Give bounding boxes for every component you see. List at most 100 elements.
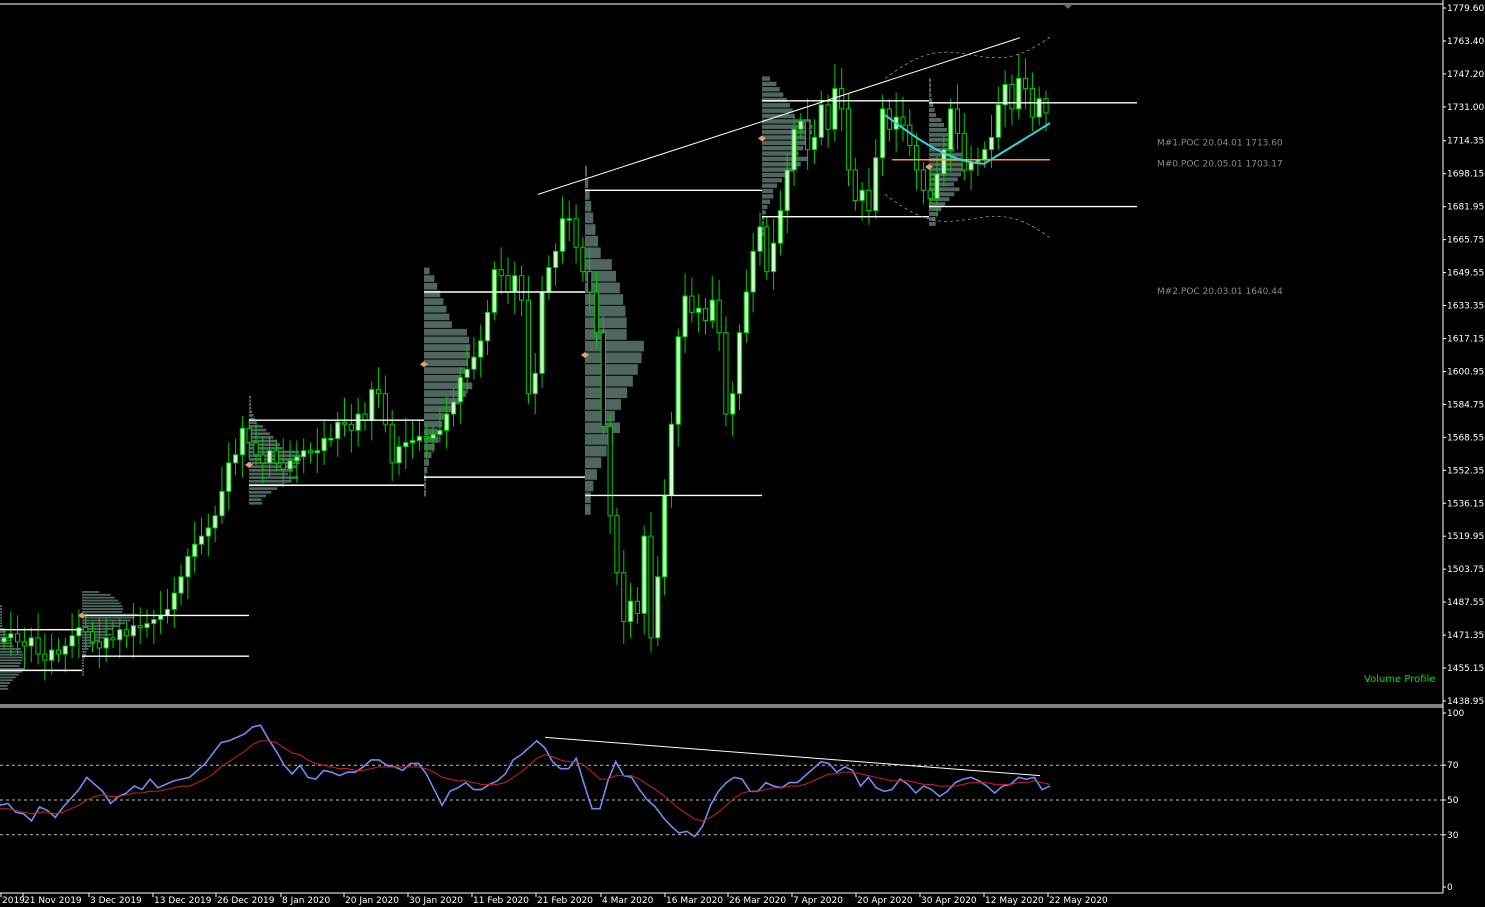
volume-profile-bar xyxy=(0,616,2,619)
bull-candle xyxy=(28,637,34,647)
bull-candle xyxy=(539,291,545,374)
bull-candle xyxy=(696,307,702,313)
bear-candle xyxy=(702,307,709,321)
volume-profile-bar xyxy=(585,387,628,399)
volume-profile-bar xyxy=(585,224,596,235)
volume-profile-bar xyxy=(82,591,100,593)
bear-candle xyxy=(900,116,906,126)
volume-profile-bar xyxy=(424,451,432,459)
volume-profile-bar xyxy=(762,172,788,178)
bull-candle xyxy=(410,440,416,444)
volume-profile-bar xyxy=(762,76,770,81)
price-tick-label: 1731.00 xyxy=(1447,103,1484,113)
bear-candle xyxy=(15,633,21,643)
price-tick-label: 1536.15 xyxy=(1447,499,1484,509)
poc-label: M#0.POC 20.05.01 1703.17 xyxy=(1157,159,1283,169)
volume-profile-bar xyxy=(82,593,111,596)
volume-profile-bar xyxy=(585,200,592,212)
bull-candle xyxy=(396,446,402,464)
bull-candle xyxy=(144,623,150,629)
volume-profile-bar xyxy=(82,665,84,667)
volume-profile-bar xyxy=(0,625,3,628)
volume-profile-bar xyxy=(585,340,644,352)
bull-candle xyxy=(709,299,715,321)
volume-profile-bar xyxy=(929,182,954,187)
volume-profile-bar xyxy=(929,221,936,226)
volume-profile-bar xyxy=(424,275,435,282)
volume-profile-bar xyxy=(762,210,766,215)
bear-candle xyxy=(866,189,872,212)
bull-candle xyxy=(818,104,824,138)
volume-profile-bar xyxy=(249,498,262,501)
volume-profile-bar xyxy=(585,165,587,177)
price-tick-label: 1665.75 xyxy=(1447,236,1484,246)
volume-profile-bar xyxy=(762,124,813,129)
price-tick-label: 1600.95 xyxy=(1447,367,1484,377)
volume-profile-bar xyxy=(929,207,942,212)
price-tick-label: 1438.95 xyxy=(1447,697,1484,707)
volume-profile-bar xyxy=(424,282,438,290)
rsi-panel xyxy=(0,724,1443,838)
bull-candle xyxy=(948,108,954,151)
price-tick-label: 1763.40 xyxy=(1447,37,1484,47)
bull-candle xyxy=(1,637,7,643)
volume-profile-bar xyxy=(585,445,607,457)
bull-candle xyxy=(49,649,55,661)
price-tick-label: 1552.35 xyxy=(1447,466,1484,476)
volume-profile-bar xyxy=(424,359,469,367)
price-tick-label: 1698.15 xyxy=(1447,170,1484,180)
bear-candle xyxy=(580,246,586,273)
bear-candle xyxy=(634,600,640,614)
bull-candle xyxy=(512,275,518,293)
volume-profile-bar xyxy=(424,313,450,321)
bull-candle xyxy=(770,242,777,273)
volume-profile-bar xyxy=(249,399,251,403)
bear-candle xyxy=(954,108,961,134)
bear-candle xyxy=(805,120,811,151)
volume-profile-bar xyxy=(82,642,96,645)
price-tick-label: 1584.75 xyxy=(1447,400,1484,410)
poc-label: M#2.POC 20.03.01 1640.44 xyxy=(1157,287,1283,297)
bull-candle xyxy=(355,413,361,431)
date-tick-label: 13 Dec 2019 xyxy=(154,896,212,906)
bull-candle xyxy=(151,619,157,625)
bull-candle xyxy=(546,267,552,293)
volume-profile-bar xyxy=(424,413,448,420)
volume-profile-bar xyxy=(424,382,473,390)
bull-candle xyxy=(117,629,123,641)
bear-candle xyxy=(498,269,504,277)
volume-profile-bar xyxy=(0,679,13,682)
volume-profile-bar xyxy=(249,406,252,410)
bear-candle xyxy=(927,189,933,199)
bull-candle xyxy=(736,332,743,395)
chart-canvas: M#1.POC 20.04.01 1713.60 M#0.POC 20.05.01… xyxy=(0,0,1484,906)
volume-profile-bar xyxy=(929,113,937,117)
volume-profile-bar xyxy=(424,459,430,466)
price-tick-label: 1681.95 xyxy=(1447,203,1484,213)
volume-profile-bar xyxy=(585,259,612,270)
volume-profile-bar xyxy=(585,305,626,317)
price-tick-label: 1455.15 xyxy=(1447,664,1484,674)
volume-profile-bar xyxy=(82,599,119,602)
bear-candle xyxy=(573,218,579,248)
bull-candle xyxy=(321,437,327,452)
bull-candle xyxy=(655,576,661,639)
bear-candle xyxy=(21,641,28,647)
volume-profile-bar xyxy=(762,220,764,226)
volume-profile-bar xyxy=(0,687,9,690)
bull-candle xyxy=(457,376,463,403)
bull-candle xyxy=(553,250,559,269)
bull-candle xyxy=(730,393,736,415)
bull-candle xyxy=(314,450,320,454)
rsi-tick-label: 0 xyxy=(1447,883,1453,893)
bull-candle xyxy=(995,104,1001,138)
volume-profile-bar xyxy=(424,466,428,474)
bull-candle xyxy=(982,149,988,161)
bull-candle xyxy=(369,389,375,421)
bear-candle xyxy=(35,637,41,655)
date-tick-label: 2019 xyxy=(2,896,25,906)
date-tick-label: 3 Dec 2019 xyxy=(90,896,142,906)
volume-profile-bar xyxy=(249,476,299,479)
price-tick-label: 1617.15 xyxy=(1447,334,1484,344)
volume-profile-bar xyxy=(249,468,293,472)
